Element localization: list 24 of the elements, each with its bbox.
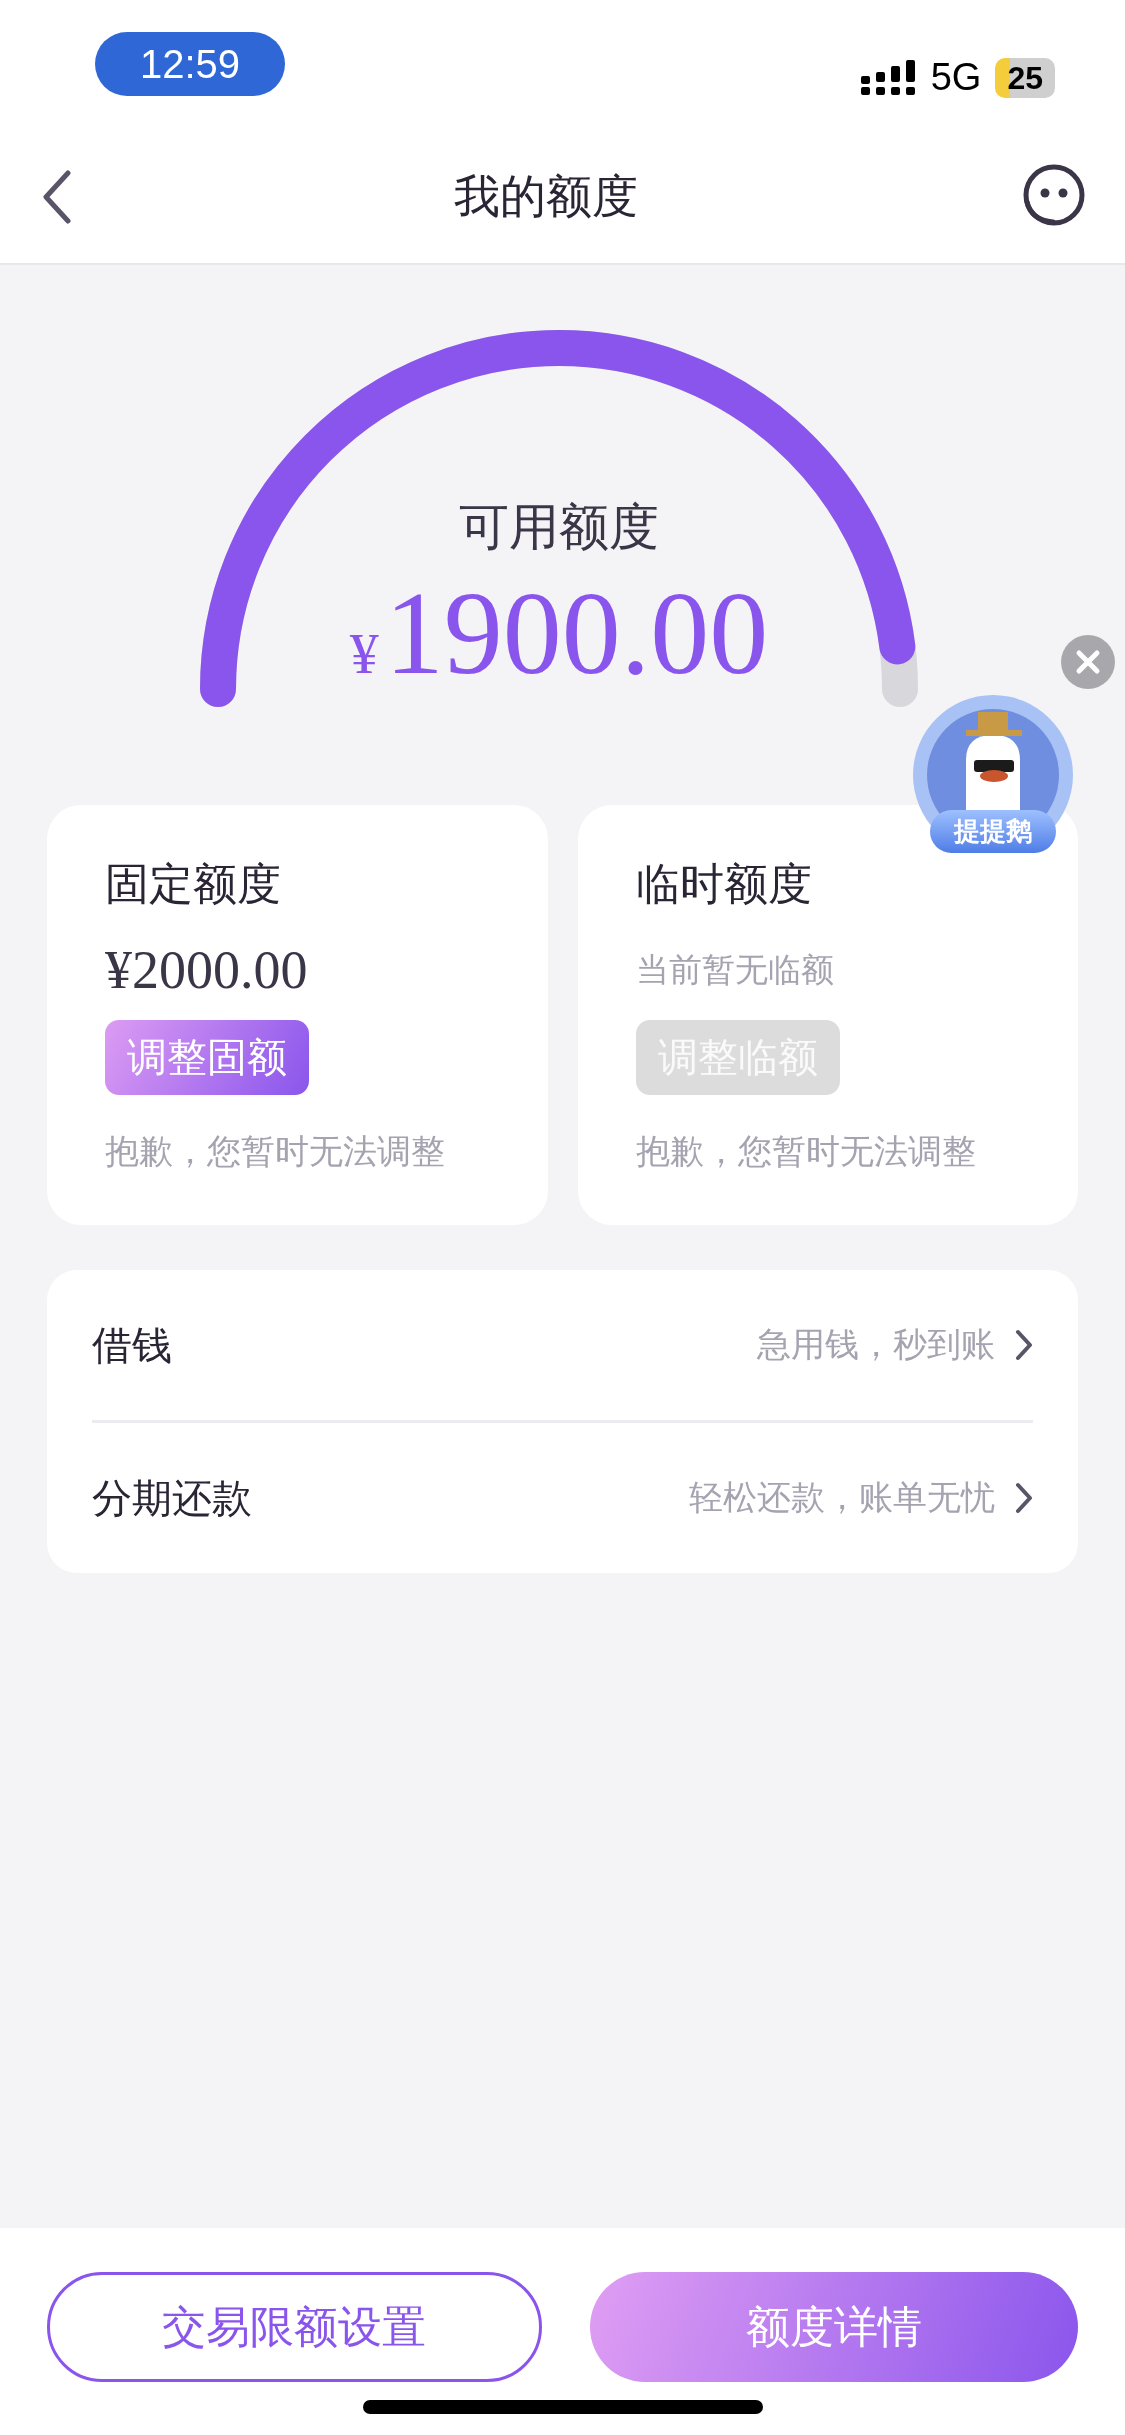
menu-item[interactable]: 分期还款 — [92, 1470, 252, 1526]
action-button[interactable]: 额度详情 — [589, 2272, 1078, 2382]
currency-sign: ¥ — [349, 620, 379, 687]
gauge-label: 可用额度 — [459, 497, 659, 558]
action-button[interactable]: 交易限额设置 — [47, 2272, 542, 2382]
adjust-button[interactable]: 调整固额 — [105, 1020, 309, 1095]
chevron-icon[interactable] — [1015, 1329, 1033, 1361]
card-subtitle: ¥2000.00 — [105, 940, 308, 1000]
mascot-badge[interactable]: 提提鹅 — [905, 690, 1080, 860]
available-amount: 1900.00 — [384, 569, 769, 699]
card-note: 抱歉，您暂时无法调整 — [635, 1130, 976, 1173]
chevron-icon[interactable] — [1015, 1482, 1033, 1514]
back-icon[interactable] — [42, 169, 72, 224]
card-title: 固定额度 — [105, 857, 281, 911]
status-time: 12:59 — [95, 32, 285, 96]
menu-hint: 轻松还款，账单无忧 — [689, 1476, 995, 1519]
menu-hint: 急用钱，秒到账 — [757, 1323, 995, 1366]
card-subtitle: 当前暂无临额 — [635, 948, 834, 991]
menu-item[interactable]: 借钱 — [92, 1317, 172, 1373]
page-title: 我的额度 — [453, 167, 638, 225]
card-title: 临时额度 — [635, 857, 812, 911]
network-label: 5G — [930, 56, 982, 99]
card-note: 抱歉，您暂时无法调整 — [105, 1130, 445, 1173]
signal-icon — [860, 59, 917, 96]
